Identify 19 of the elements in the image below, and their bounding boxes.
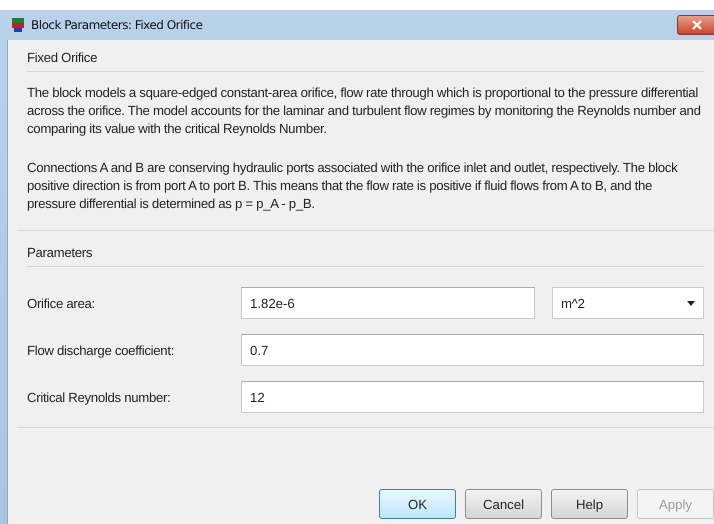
- unit-dropdown[interactable]: m^2: [552, 287, 704, 319]
- block-icon: [11, 17, 25, 33]
- section-heading: Parameters: [27, 245, 94, 260]
- input-field[interactable]: 1.82e-6: [241, 287, 535, 319]
- field-label: Flow discharge coefficient:: [27, 342, 176, 358]
- caret-icon: [687, 300, 695, 306]
- field-label: Critical Reynolds number:: [27, 390, 172, 404]
- description-text: Connections A and B are conserving hydraulic ports associated with the orifice inlet and outlet, respectively. The block positive direction is from port A to port B. This means that the flow rate is positive if fluid flows from A to B, and the pressure differential is determined as p = p_A - p_B.: [27, 159, 678, 213]
- close-button[interactable]: [677, 15, 714, 35]
- description-text: The block models a square-edged constant-area orifice, flow rate through which is proportional to the pressure differential across the orifice. The model accounts for the laminar and turbulent flow regimes by monitoring the Reynolds number and comparing its value with the critical Reynolds Number.: [27, 84, 702, 138]
- input-field[interactable]: 12: [241, 381, 704, 413]
- dialog-button[interactable]: Help: [551, 489, 628, 519]
- section-heading: Fixed Orifice: [27, 50, 98, 65]
- close-icon: [692, 20, 702, 30]
- dialog-button[interactable]: Cancel: [465, 489, 542, 519]
- field-label: Orifice area:: [27, 296, 96, 310]
- input-field[interactable]: 0.7: [241, 334, 704, 366]
- window-title: Block Parameters: Fixed Orifice: [31, 18, 204, 32]
- dialog-button[interactable]: OK: [379, 489, 456, 519]
